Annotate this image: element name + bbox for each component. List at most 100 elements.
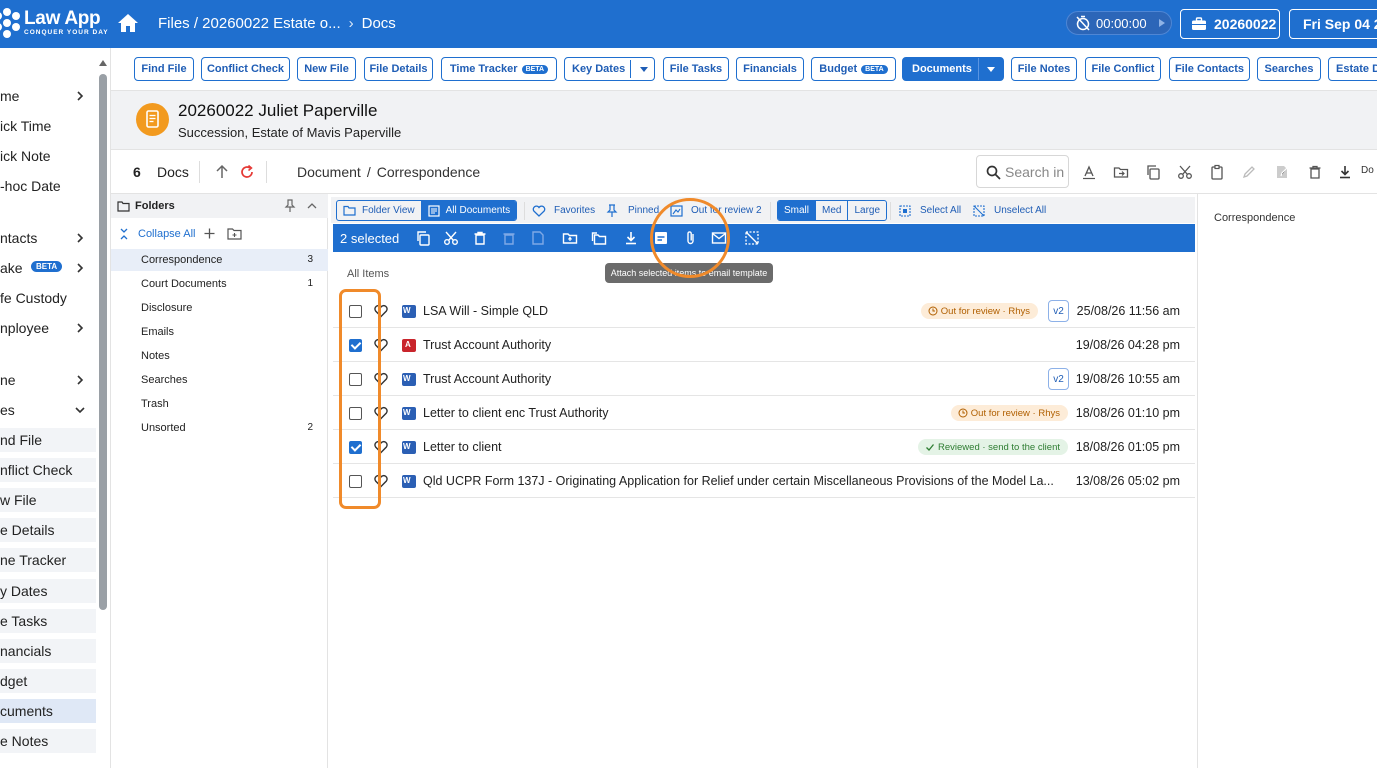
download-label[interactable]: Do [1361,165,1374,176]
chevron-right-icon[interactable] [74,322,86,334]
home-icon[interactable] [117,13,139,33]
folder-item[interactable]: Emails [111,321,328,343]
app-logo[interactable]: Law App CONQUER YOUR DAY [0,8,109,38]
move-to-folder-icon[interactable] [1113,164,1129,180]
pinned-filter[interactable]: Pinned [628,205,659,216]
tab-budget[interactable]: Budget BETA [811,57,896,81]
document-name[interactable]: Letter to client [423,440,502,454]
play-icon[interactable] [1159,19,1165,27]
version-badge[interactable]: v2 [1048,368,1069,390]
tab-searches[interactable]: Searches [1257,57,1321,81]
tab-financials[interactable]: Financials [736,57,804,81]
chevron-down-icon[interactable] [640,67,648,72]
size-small-button[interactable]: Small [778,201,817,220]
document-name[interactable]: Letter to client enc Trust Authority [423,406,609,420]
chevron-right-icon[interactable] [74,374,86,386]
folder-item[interactable]: Unsorted 2 [111,417,328,439]
rename-icon[interactable] [1081,164,1097,180]
nav-item[interactable]: e Details [0,518,96,542]
nav-item[interactable]: cuments [0,699,96,723]
tab-conflict-check[interactable]: Conflict Check [201,57,290,81]
tab-file-details[interactable]: File Details [364,57,433,81]
nav-item[interactable]: e Tasks [0,609,96,633]
search-input[interactable]: Search in [976,155,1069,188]
nav-item[interactable]: ake BETA [0,256,96,280]
nav-item[interactable]: w File [0,488,96,512]
delete-icon[interactable] [1307,164,1323,180]
breadcrumb-files[interactable]: Files / 20260022 Estate o... [158,15,341,32]
unselect-all-button[interactable]: Unselect All [994,205,1046,216]
document-row[interactable]: LSA Will - Simple QLD Out for review · Rh… [333,294,1195,328]
document-row[interactable]: Letter to client Reviewed · send to the c… [333,430,1195,464]
size-med-button[interactable]: Med [816,201,849,220]
chevron-down-icon[interactable] [74,404,86,416]
document-row[interactable]: Letter to client enc Trust Authority Out … [333,396,1195,430]
folder-item[interactable]: Trash [111,393,328,415]
nav-item[interactable]: fe Custody [0,286,96,310]
chevron-right-icon[interactable] [74,232,86,244]
copy-icon[interactable] [1145,164,1161,180]
copy-icon[interactable] [415,230,431,246]
version-badge[interactable]: v2 [1048,300,1069,322]
delete-icon[interactable] [472,230,488,246]
tab-key-dates[interactable]: Key Dates [564,57,655,81]
tab-find-file[interactable]: Find File [134,57,194,81]
tab-file-conflict[interactable]: File Conflict [1085,57,1161,81]
move-to-folder-icon[interactable] [562,230,578,246]
nav-item[interactable]: nancials [0,639,96,663]
folder-item[interactable]: Searches [111,369,328,391]
document-name[interactable]: Trust Account Authority [423,372,551,386]
tab-documents[interactable]: Documents [902,57,1004,81]
nav-scrollbar[interactable] [99,60,107,768]
nav-item[interactable]: ne Tracker [0,548,96,572]
document-row[interactable]: Trust Account Authority v2 19/08/26 10:55 … [333,362,1195,396]
nav-item[interactable]: ntacts [0,226,96,250]
nav-item[interactable]: nflict Check [0,458,96,482]
pin-icon[interactable] [284,199,296,213]
download-icon[interactable] [623,230,639,246]
document-name[interactable]: LSA Will - Simple QLD [423,304,548,318]
document-icon[interactable] [530,230,546,246]
deselect-icon[interactable] [744,230,760,246]
nav-item[interactable]: ick Note [0,144,96,168]
edit-document-icon[interactable] [1274,164,1290,180]
folder-item[interactable]: Notes [111,345,328,367]
select-all-button[interactable]: Select All [920,205,961,216]
chevron-up-icon[interactable] [307,202,317,209]
delete-forever-icon[interactable] [501,230,517,246]
scroll-up-icon[interactable] [99,60,107,66]
path-document[interactable]: Document [297,164,361,180]
nav-item[interactable]: y Dates [0,579,96,603]
scrollbar-thumb[interactable] [99,74,107,610]
cut-icon[interactable] [1177,164,1193,180]
nav-item[interactable]: ick Time [0,114,96,138]
size-large-button[interactable]: Large [848,201,886,220]
nav-item[interactable]: ne [0,368,96,392]
document-name[interactable]: Trust Account Authority [423,338,551,352]
sort-up-icon[interactable] [214,164,230,180]
add-icon[interactable] [203,227,216,240]
tab-new-file[interactable]: New File [297,57,356,81]
date-button[interactable]: Fri Sep 04 2026 [1289,9,1377,39]
chevron-right-icon[interactable] [74,262,86,274]
tab-file-contacts[interactable]: File Contacts [1169,57,1250,81]
tab-file-notes[interactable]: File Notes [1011,57,1077,81]
folder-item[interactable]: Disclosure [111,297,328,319]
tab-time-tracker[interactable]: Time Tracker BETA [441,57,557,81]
folder-view-button[interactable]: Folder View [337,201,422,220]
folder-item[interactable]: Correspondence 3 [111,249,328,271]
folder-item[interactable]: Court Documents 1 [111,273,328,295]
chevron-down-icon[interactable] [987,67,995,72]
new-folder-icon[interactable] [227,227,242,240]
nav-item[interactable]: me [0,84,96,108]
all-documents-button[interactable]: All Documents [421,201,517,220]
download-icon[interactable] [1337,164,1353,180]
nav-item[interactable]: nd File [0,428,96,452]
document-row[interactable]: Qld UCPR Form 137J - Originating Applica… [333,464,1195,498]
cut-icon[interactable] [443,230,459,246]
favorites-filter[interactable]: Favorites [554,205,595,216]
nav-item[interactable]: es [0,398,96,422]
nav-item[interactable]: dget [0,669,96,693]
refresh-icon[interactable] [239,164,255,180]
timer-widget[interactable]: 00:00:00 [1066,11,1172,35]
